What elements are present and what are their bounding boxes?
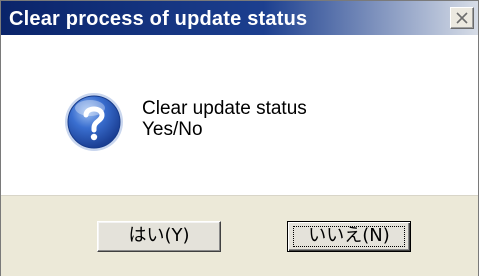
title-bar[interactable]: Clear process of update status: [1, 1, 478, 35]
close-icon: [456, 12, 468, 24]
dialog-content: Clear update status Yes/No: [1, 35, 478, 195]
message-text: Clear update status Yes/No: [142, 98, 307, 140]
message-line-1: Clear update status: [142, 98, 307, 119]
button-bar: はい(Y) いいえ(N): [1, 195, 478, 276]
question-icon: [65, 93, 123, 151]
message-line-2: Yes/No: [142, 119, 203, 140]
close-button[interactable]: [450, 7, 474, 29]
yes-button[interactable]: はい(Y): [97, 221, 221, 252]
dialog-window: Clear process of update status Clear upd…: [0, 0, 479, 276]
dialog-title: Clear process of update status: [9, 8, 308, 30]
no-button-label: いいえ(N): [308, 225, 390, 246]
no-button[interactable]: いいえ(N): [287, 221, 411, 252]
yes-button-label: はい(Y): [128, 225, 190, 246]
